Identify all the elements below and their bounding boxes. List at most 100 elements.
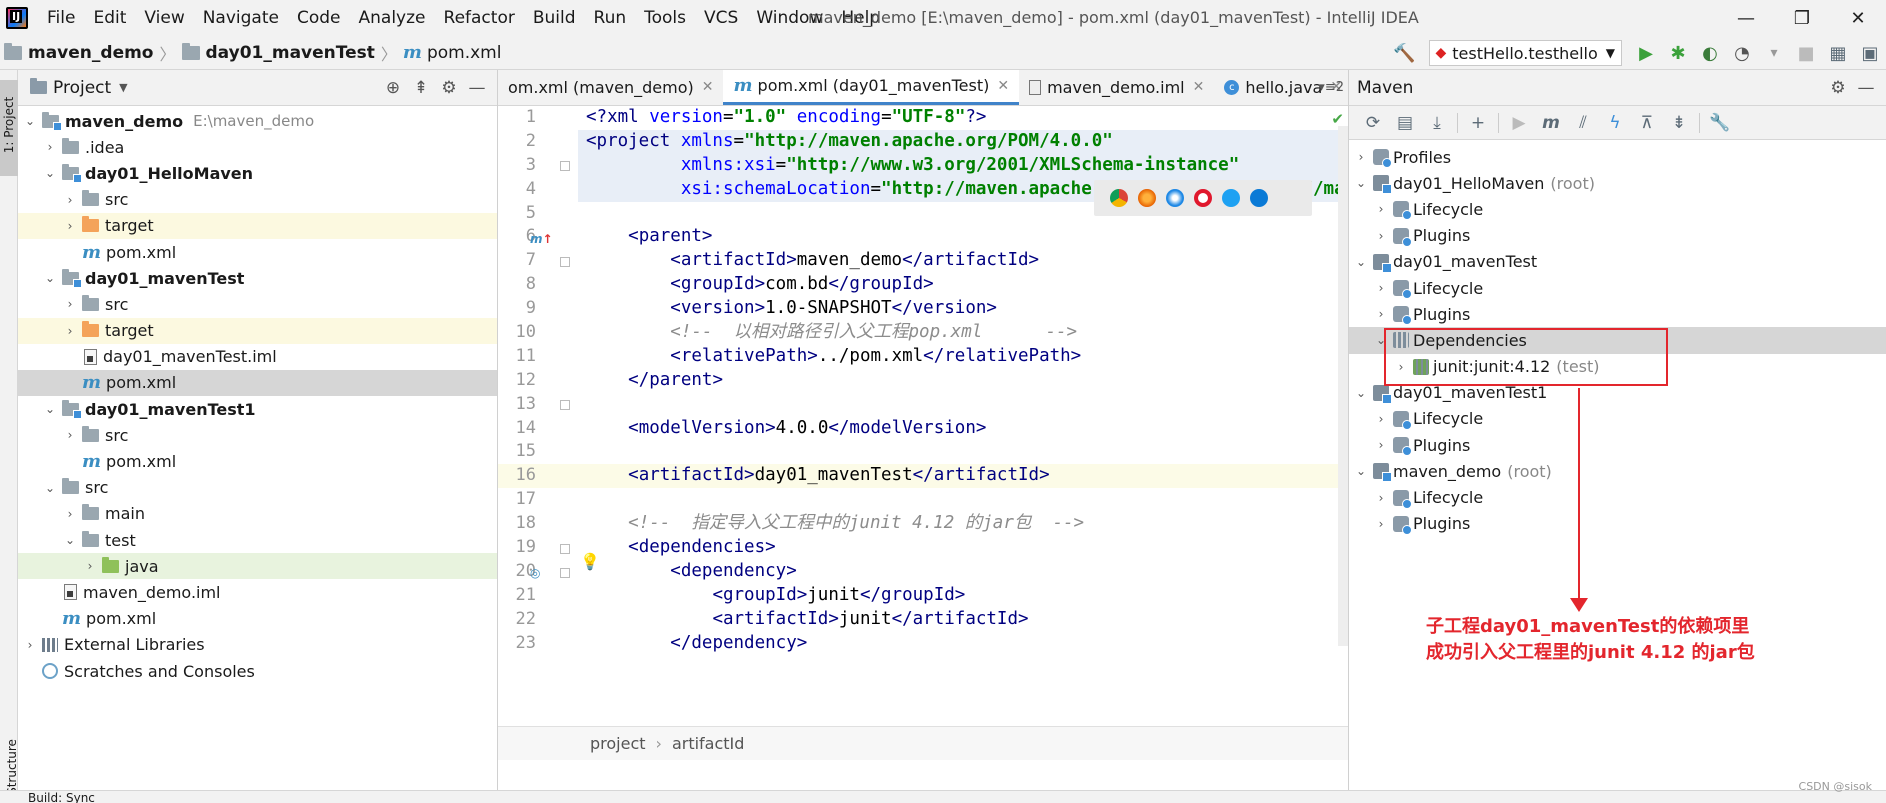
- tree-node-src[interactable]: › src: [18, 422, 497, 448]
- tree-node-src[interactable]: › src: [18, 187, 497, 213]
- maven-node-profiles[interactable]: › Profiles: [1349, 144, 1886, 170]
- breadcrumb-file[interactable]: m pom.xml: [399, 42, 506, 63]
- wrench-icon[interactable]: 🔧: [1704, 113, 1736, 133]
- tree-node-day01-hellomaven[interactable]: ⌄ day01_HelloMaven: [18, 160, 497, 186]
- menu-analyze[interactable]: Analyze: [350, 8, 435, 28]
- close-icon[interactable]: ✕: [1193, 79, 1205, 95]
- restore-icon[interactable]: ❐: [1774, 0, 1830, 36]
- menu-build[interactable]: Build: [524, 8, 585, 28]
- fold-marker-icon[interactable]: [560, 257, 570, 267]
- edge-icon[interactable]: [1250, 189, 1268, 207]
- tree-node-test[interactable]: ⌄ test: [18, 527, 497, 553]
- collapse-arrow-icon[interactable]: ›: [62, 324, 78, 338]
- collapse-arrow-icon[interactable]: ›: [1373, 491, 1389, 505]
- show-dependencies-icon[interactable]: ⊼: [1631, 113, 1663, 133]
- menu-edit[interactable]: Edit: [84, 8, 135, 28]
- breadcrumb-module[interactable]: day01_mavenTest: [178, 42, 379, 63]
- maven-node-lifecycle[interactable]: › Lifecycle: [1349, 406, 1886, 432]
- expand-arrow-icon[interactable]: ⌄: [1353, 386, 1369, 400]
- tree-node-target[interactable]: › target: [18, 317, 497, 344]
- collapse-arrow-icon[interactable]: ›: [1373, 229, 1389, 243]
- reload-icon[interactable]: ⟳: [1357, 113, 1389, 133]
- expand-arrow-icon[interactable]: ⌄: [22, 114, 38, 128]
- collapse-arrow-icon[interactable]: ›: [1373, 517, 1389, 531]
- tab-pom-maven-demo[interactable]: om.xml (maven_demo) ✕: [498, 70, 723, 105]
- editor-scrollbar[interactable]: [1338, 126, 1348, 646]
- expand-arrow-icon[interactable]: ⌄: [42, 481, 58, 495]
- project-structure-icon[interactable]: ▦: [1825, 40, 1851, 66]
- expand-arrow-icon[interactable]: ⌄: [42, 402, 58, 416]
- tree-node-pom[interactable]: m pom.xml: [18, 448, 497, 474]
- collapse-arrow-icon[interactable]: ›: [62, 428, 78, 442]
- toggle-offline-icon[interactable]: ⫽: [1567, 113, 1599, 133]
- maven-node-plugins[interactable]: › Plugins: [1349, 432, 1886, 458]
- menu-tools[interactable]: Tools: [635, 8, 695, 28]
- tree-node-main[interactable]: › main: [18, 501, 497, 527]
- tree-node-day01-maventest[interactable]: ⌄ day01_mavenTest: [18, 265, 497, 291]
- generate-sources-icon[interactable]: ▤: [1389, 113, 1421, 133]
- collapse-arrow-icon[interactable]: ›: [62, 507, 78, 521]
- close-icon[interactable]: ✕: [702, 79, 714, 95]
- maven-node-plugins[interactable]: › Plugins: [1349, 511, 1886, 537]
- collapse-arrow-icon[interactable]: ›: [1373, 202, 1389, 216]
- collapse-arrow-icon[interactable]: ›: [1353, 150, 1369, 164]
- tab-pom-day01-maventest[interactable]: m pom.xml (day01_mavenTest) ✕: [723, 70, 1020, 105]
- gear-icon[interactable]: ⚙: [1824, 78, 1852, 98]
- layout-icon[interactable]: ▣: [1857, 40, 1883, 66]
- locate-icon[interactable]: ⊕: [379, 78, 407, 98]
- execute-goal-icon[interactable]: m: [1535, 113, 1567, 133]
- maven-node-project[interactable]: ⌄ day01_mavenTest: [1349, 249, 1886, 275]
- expand-arrow-icon[interactable]: ⌄: [62, 533, 78, 547]
- tree-node-java[interactable]: › java: [18, 553, 497, 580]
- editor-breadcrumb-item[interactable]: project: [590, 734, 646, 753]
- run-icon[interactable]: ▶: [1633, 40, 1659, 66]
- close-icon[interactable]: ✕: [997, 78, 1009, 94]
- more-run-icon[interactable]: ▾: [1761, 40, 1787, 66]
- collapse-arrow-icon[interactable]: ›: [1373, 412, 1389, 426]
- collapse-all-icon[interactable]: ⇞: [407, 78, 435, 98]
- profile-icon[interactable]: ◔: [1729, 40, 1755, 66]
- tree-node-day01-maventest1[interactable]: ⌄ day01_mavenTest1: [18, 396, 497, 422]
- chrome-icon[interactable]: [1110, 189, 1128, 207]
- skip-tests-icon[interactable]: ϟ: [1599, 113, 1631, 133]
- gear-icon[interactable]: ⚙: [435, 78, 463, 98]
- project-panel-title[interactable]: Project: [53, 78, 111, 98]
- internet-explorer-icon[interactable]: [1222, 189, 1240, 207]
- collapse-arrow-icon[interactable]: ›: [62, 219, 78, 233]
- collapse-arrow-icon[interactable]: ›: [62, 297, 78, 311]
- collapse-arrow-icon[interactable]: ›: [1373, 438, 1389, 452]
- tree-node-iml[interactable]: maven_demo.iml: [18, 579, 497, 605]
- collapse-arrow-icon[interactable]: ›: [22, 638, 38, 652]
- collapse-arrow-icon[interactable]: ›: [1373, 281, 1389, 295]
- tree-node-target[interactable]: › target: [18, 212, 497, 239]
- add-icon[interactable]: +: [1462, 113, 1494, 133]
- hide-icon[interactable]: —: [1852, 78, 1880, 98]
- breadcrumb-project[interactable]: maven_demo: [0, 42, 158, 63]
- expand-arrow-icon[interactable]: ⌄: [1353, 464, 1369, 478]
- build-sync-tab[interactable]: Build: Sync: [28, 791, 95, 803]
- fold-marker-icon[interactable]: [560, 568, 570, 578]
- expand-arrow-icon[interactable]: ⌄: [42, 166, 58, 180]
- menu-navigate[interactable]: Navigate: [194, 8, 288, 28]
- maven-node-plugins[interactable]: › Plugins: [1349, 301, 1886, 327]
- run-icon[interactable]: ▶: [1503, 113, 1535, 133]
- download-icon[interactable]: ⤓: [1421, 113, 1453, 133]
- safari-icon[interactable]: [1166, 189, 1184, 207]
- menu-file[interactable]: File: [38, 8, 84, 28]
- tree-node-pom[interactable]: m pom.xml: [18, 239, 497, 265]
- collapse-arrow-icon[interactable]: ›: [42, 140, 58, 154]
- expand-arrow-icon[interactable]: ⌄: [1353, 255, 1369, 269]
- tab-maven-demo-iml[interactable]: maven_demo.iml ✕: [1019, 70, 1214, 105]
- coverage-icon[interactable]: ◐: [1697, 40, 1723, 66]
- menu-vcs[interactable]: VCS: [695, 8, 747, 28]
- fold-marker-icon[interactable]: [560, 161, 570, 171]
- collapse-arrow-icon[interactable]: ›: [82, 559, 98, 573]
- firefox-icon[interactable]: [1138, 189, 1156, 207]
- tree-node-scratches[interactable]: Scratches and Consoles: [18, 658, 497, 684]
- tree-node-external-libraries[interactable]: › External Libraries: [18, 632, 497, 658]
- menu-refactor[interactable]: Refactor: [435, 8, 524, 28]
- close-icon[interactable]: ✕: [1830, 0, 1886, 36]
- menu-code[interactable]: Code: [288, 8, 350, 28]
- menu-run[interactable]: Run: [585, 8, 636, 28]
- tree-node-pom-selected[interactable]: m pom.xml: [18, 369, 497, 397]
